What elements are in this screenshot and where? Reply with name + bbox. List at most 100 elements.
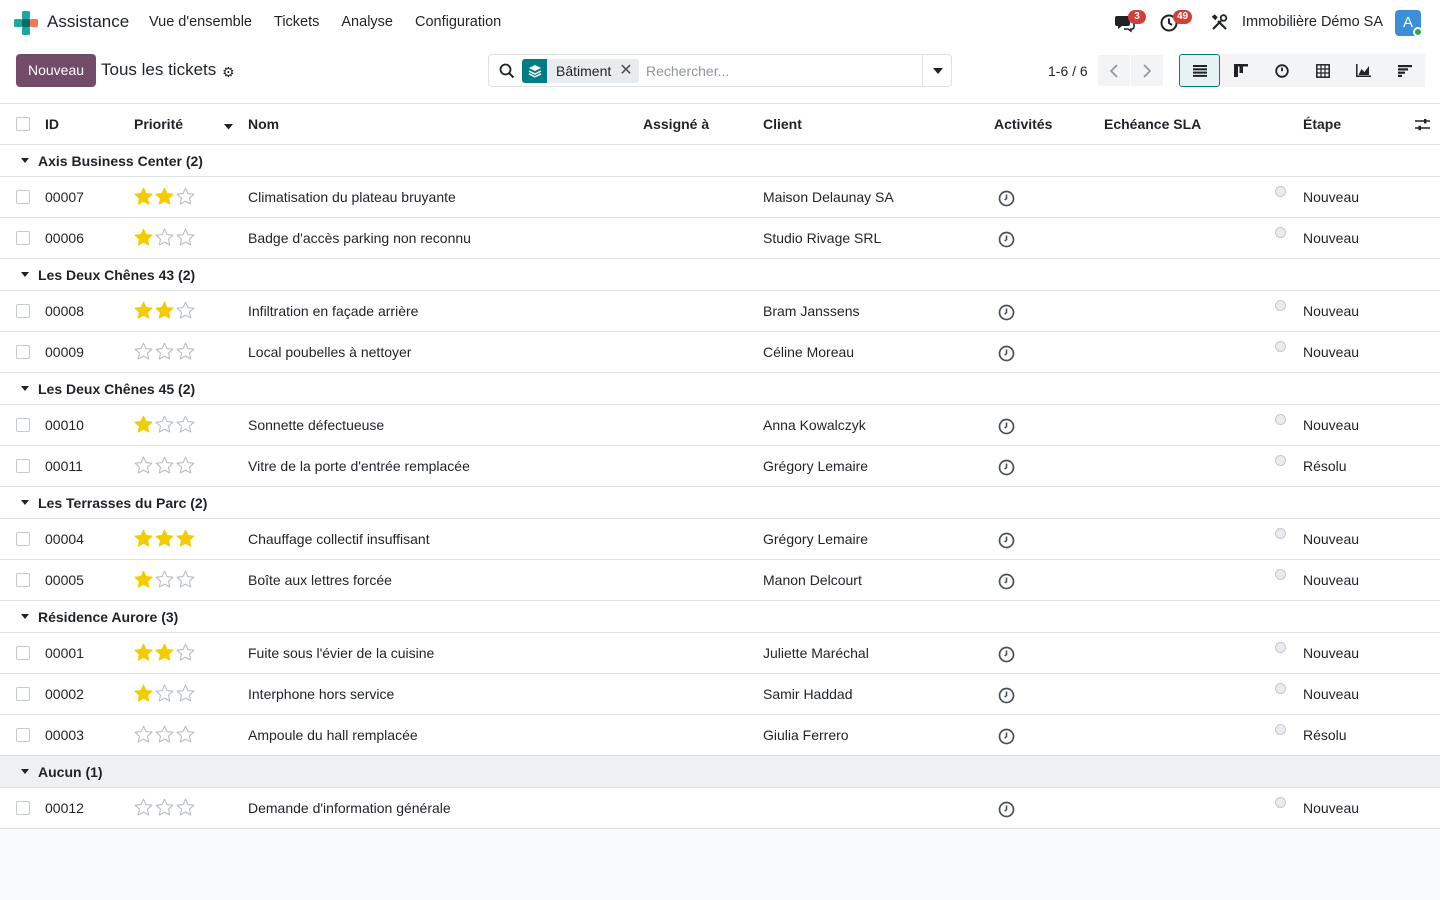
- menu-tickets[interactable]: Tickets: [274, 14, 319, 30]
- company-switcher[interactable]: Immobilière Démo SA: [1242, 14, 1383, 30]
- activity-clock-icon[interactable]: [998, 231, 1015, 248]
- priority-star-icon[interactable]: [175, 725, 196, 746]
- priority-stars[interactable]: [133, 570, 196, 591]
- sort-caret-icon[interactable]: [224, 124, 233, 130]
- priority-star-icon[interactable]: [133, 187, 154, 208]
- priority-star-icon[interactable]: [175, 456, 196, 477]
- list-view-button[interactable]: [1179, 54, 1220, 87]
- priority-star-icon[interactable]: [154, 725, 175, 746]
- pager-previous-button[interactable]: [1098, 55, 1130, 86]
- kanban-state-dot[interactable]: [1275, 569, 1286, 580]
- priority-star-icon[interactable]: [154, 798, 175, 819]
- row-checkbox[interactable]: [16, 190, 30, 204]
- priority-star-icon[interactable]: [175, 643, 196, 664]
- row-checkbox[interactable]: [16, 573, 30, 587]
- kanban-state-dot[interactable]: [1275, 455, 1286, 466]
- column-sla[interactable]: Echéance SLA: [1104, 116, 1201, 132]
- column-priority[interactable]: Priorité: [134, 116, 183, 132]
- activity-clock-icon[interactable]: [998, 646, 1015, 663]
- priority-star-icon[interactable]: [175, 228, 196, 249]
- priority-star-icon[interactable]: [175, 798, 196, 819]
- pager-next-button[interactable]: [1131, 55, 1163, 86]
- priority-stars[interactable]: [133, 456, 196, 477]
- priority-stars[interactable]: [133, 187, 196, 208]
- kanban-state-dot[interactable]: [1275, 797, 1286, 808]
- column-stage[interactable]: Étape: [1303, 116, 1341, 132]
- activity-clock-icon[interactable]: [998, 801, 1015, 818]
- search-input[interactable]: [646, 61, 916, 81]
- row-checkbox[interactable]: [16, 304, 30, 318]
- priority-stars[interactable]: [133, 342, 196, 363]
- activity-clock-icon[interactable]: [998, 687, 1015, 704]
- graph-view-button[interactable]: [1343, 54, 1384, 87]
- priority-star-icon[interactable]: [133, 725, 154, 746]
- group-row[interactable]: Résidence Aurore (3): [0, 601, 1440, 633]
- priority-star-icon[interactable]: [154, 228, 175, 249]
- table-row[interactable]: 00010 Sonnette défectueuse Anna Kowalczyk N…: [0, 405, 1440, 446]
- priority-star-icon[interactable]: [133, 342, 154, 363]
- kanban-state-dot[interactable]: [1275, 414, 1286, 425]
- table-row[interactable]: 00005 Boîte aux lettres forcée Manon Delco…: [0, 560, 1440, 601]
- group-row[interactable]: Les Deux Chênes 45 (2): [0, 373, 1440, 405]
- activity-clock-icon[interactable]: [998, 573, 1015, 590]
- priority-star-icon[interactable]: [154, 301, 175, 322]
- priority-star-icon[interactable]: [133, 228, 154, 249]
- table-row[interactable]: 00004 Chauffage collectif insuffisant Grég…: [0, 519, 1440, 560]
- column-client[interactable]: Client: [763, 116, 802, 132]
- search-icon[interactable]: [499, 63, 515, 79]
- priority-star-icon[interactable]: [133, 301, 154, 322]
- row-checkbox[interactable]: [16, 345, 30, 359]
- group-row[interactable]: Aucun (1): [0, 756, 1440, 788]
- priority-star-icon[interactable]: [133, 415, 154, 436]
- row-checkbox[interactable]: [16, 459, 30, 473]
- priority-star-icon[interactable]: [133, 684, 154, 705]
- priority-stars[interactable]: [133, 301, 196, 322]
- row-checkbox[interactable]: [16, 532, 30, 546]
- table-row[interactable]: 00012 Demande d'information générale Nouve…: [0, 788, 1440, 829]
- kanban-state-dot[interactable]: [1275, 300, 1286, 311]
- priority-star-icon[interactable]: [154, 187, 175, 208]
- activity-clock-icon[interactable]: [998, 532, 1015, 549]
- kanban-state-dot[interactable]: [1275, 724, 1286, 735]
- kanban-view-button[interactable]: [1220, 54, 1261, 87]
- priority-star-icon[interactable]: [133, 570, 154, 591]
- priority-stars[interactable]: [133, 684, 196, 705]
- priority-star-icon[interactable]: [175, 684, 196, 705]
- priority-stars[interactable]: [133, 725, 196, 746]
- pivot-view-button[interactable]: [1302, 54, 1343, 87]
- search-options-toggle[interactable]: [922, 55, 952, 86]
- table-row[interactable]: 00006 Badge d'accès parking non reconnu St…: [0, 218, 1440, 259]
- optional-columns-icon[interactable]: [1415, 118, 1430, 131]
- table-row[interactable]: 00001 Fuite sous l'évier de la cuisine Jul…: [0, 633, 1440, 674]
- priority-star-icon[interactable]: [154, 342, 175, 363]
- kanban-state-dot[interactable]: [1275, 528, 1286, 539]
- priority-star-icon[interactable]: [154, 684, 175, 705]
- row-checkbox[interactable]: [16, 646, 30, 660]
- priority-star-icon[interactable]: [133, 643, 154, 664]
- priority-star-icon[interactable]: [133, 529, 154, 550]
- column-activities[interactable]: Activités: [994, 116, 1052, 132]
- activity-clock-icon[interactable]: [998, 728, 1015, 745]
- gantt-view-button[interactable]: [1384, 54, 1425, 87]
- row-checkbox[interactable]: [16, 801, 30, 815]
- table-row[interactable]: 00003 Ampoule du hall remplacée Giulia Fer…: [0, 715, 1440, 756]
- kanban-state-dot[interactable]: [1275, 227, 1286, 238]
- new-button[interactable]: Nouveau: [16, 54, 96, 87]
- priority-star-icon[interactable]: [154, 529, 175, 550]
- column-id[interactable]: ID: [45, 116, 59, 132]
- menu-configuration[interactable]: Configuration: [415, 14, 501, 30]
- priority-star-icon[interactable]: [175, 529, 196, 550]
- menu-overview[interactable]: Vue d'ensemble: [149, 14, 252, 30]
- priority-star-icon[interactable]: [154, 643, 175, 664]
- activity-clock-icon[interactable]: [998, 190, 1015, 207]
- priority-stars[interactable]: [133, 643, 196, 664]
- kanban-state-dot[interactable]: [1275, 341, 1286, 352]
- priority-star-icon[interactable]: [133, 456, 154, 477]
- kanban-state-dot[interactable]: [1275, 642, 1286, 653]
- menu-analysis[interactable]: Analyse: [341, 14, 393, 30]
- row-checkbox[interactable]: [16, 728, 30, 742]
- priority-star-icon[interactable]: [175, 570, 196, 591]
- activity-clock-icon[interactable]: [998, 345, 1015, 362]
- priority-star-icon[interactable]: [133, 798, 154, 819]
- gear-icon[interactable]: ⚙: [222, 64, 235, 81]
